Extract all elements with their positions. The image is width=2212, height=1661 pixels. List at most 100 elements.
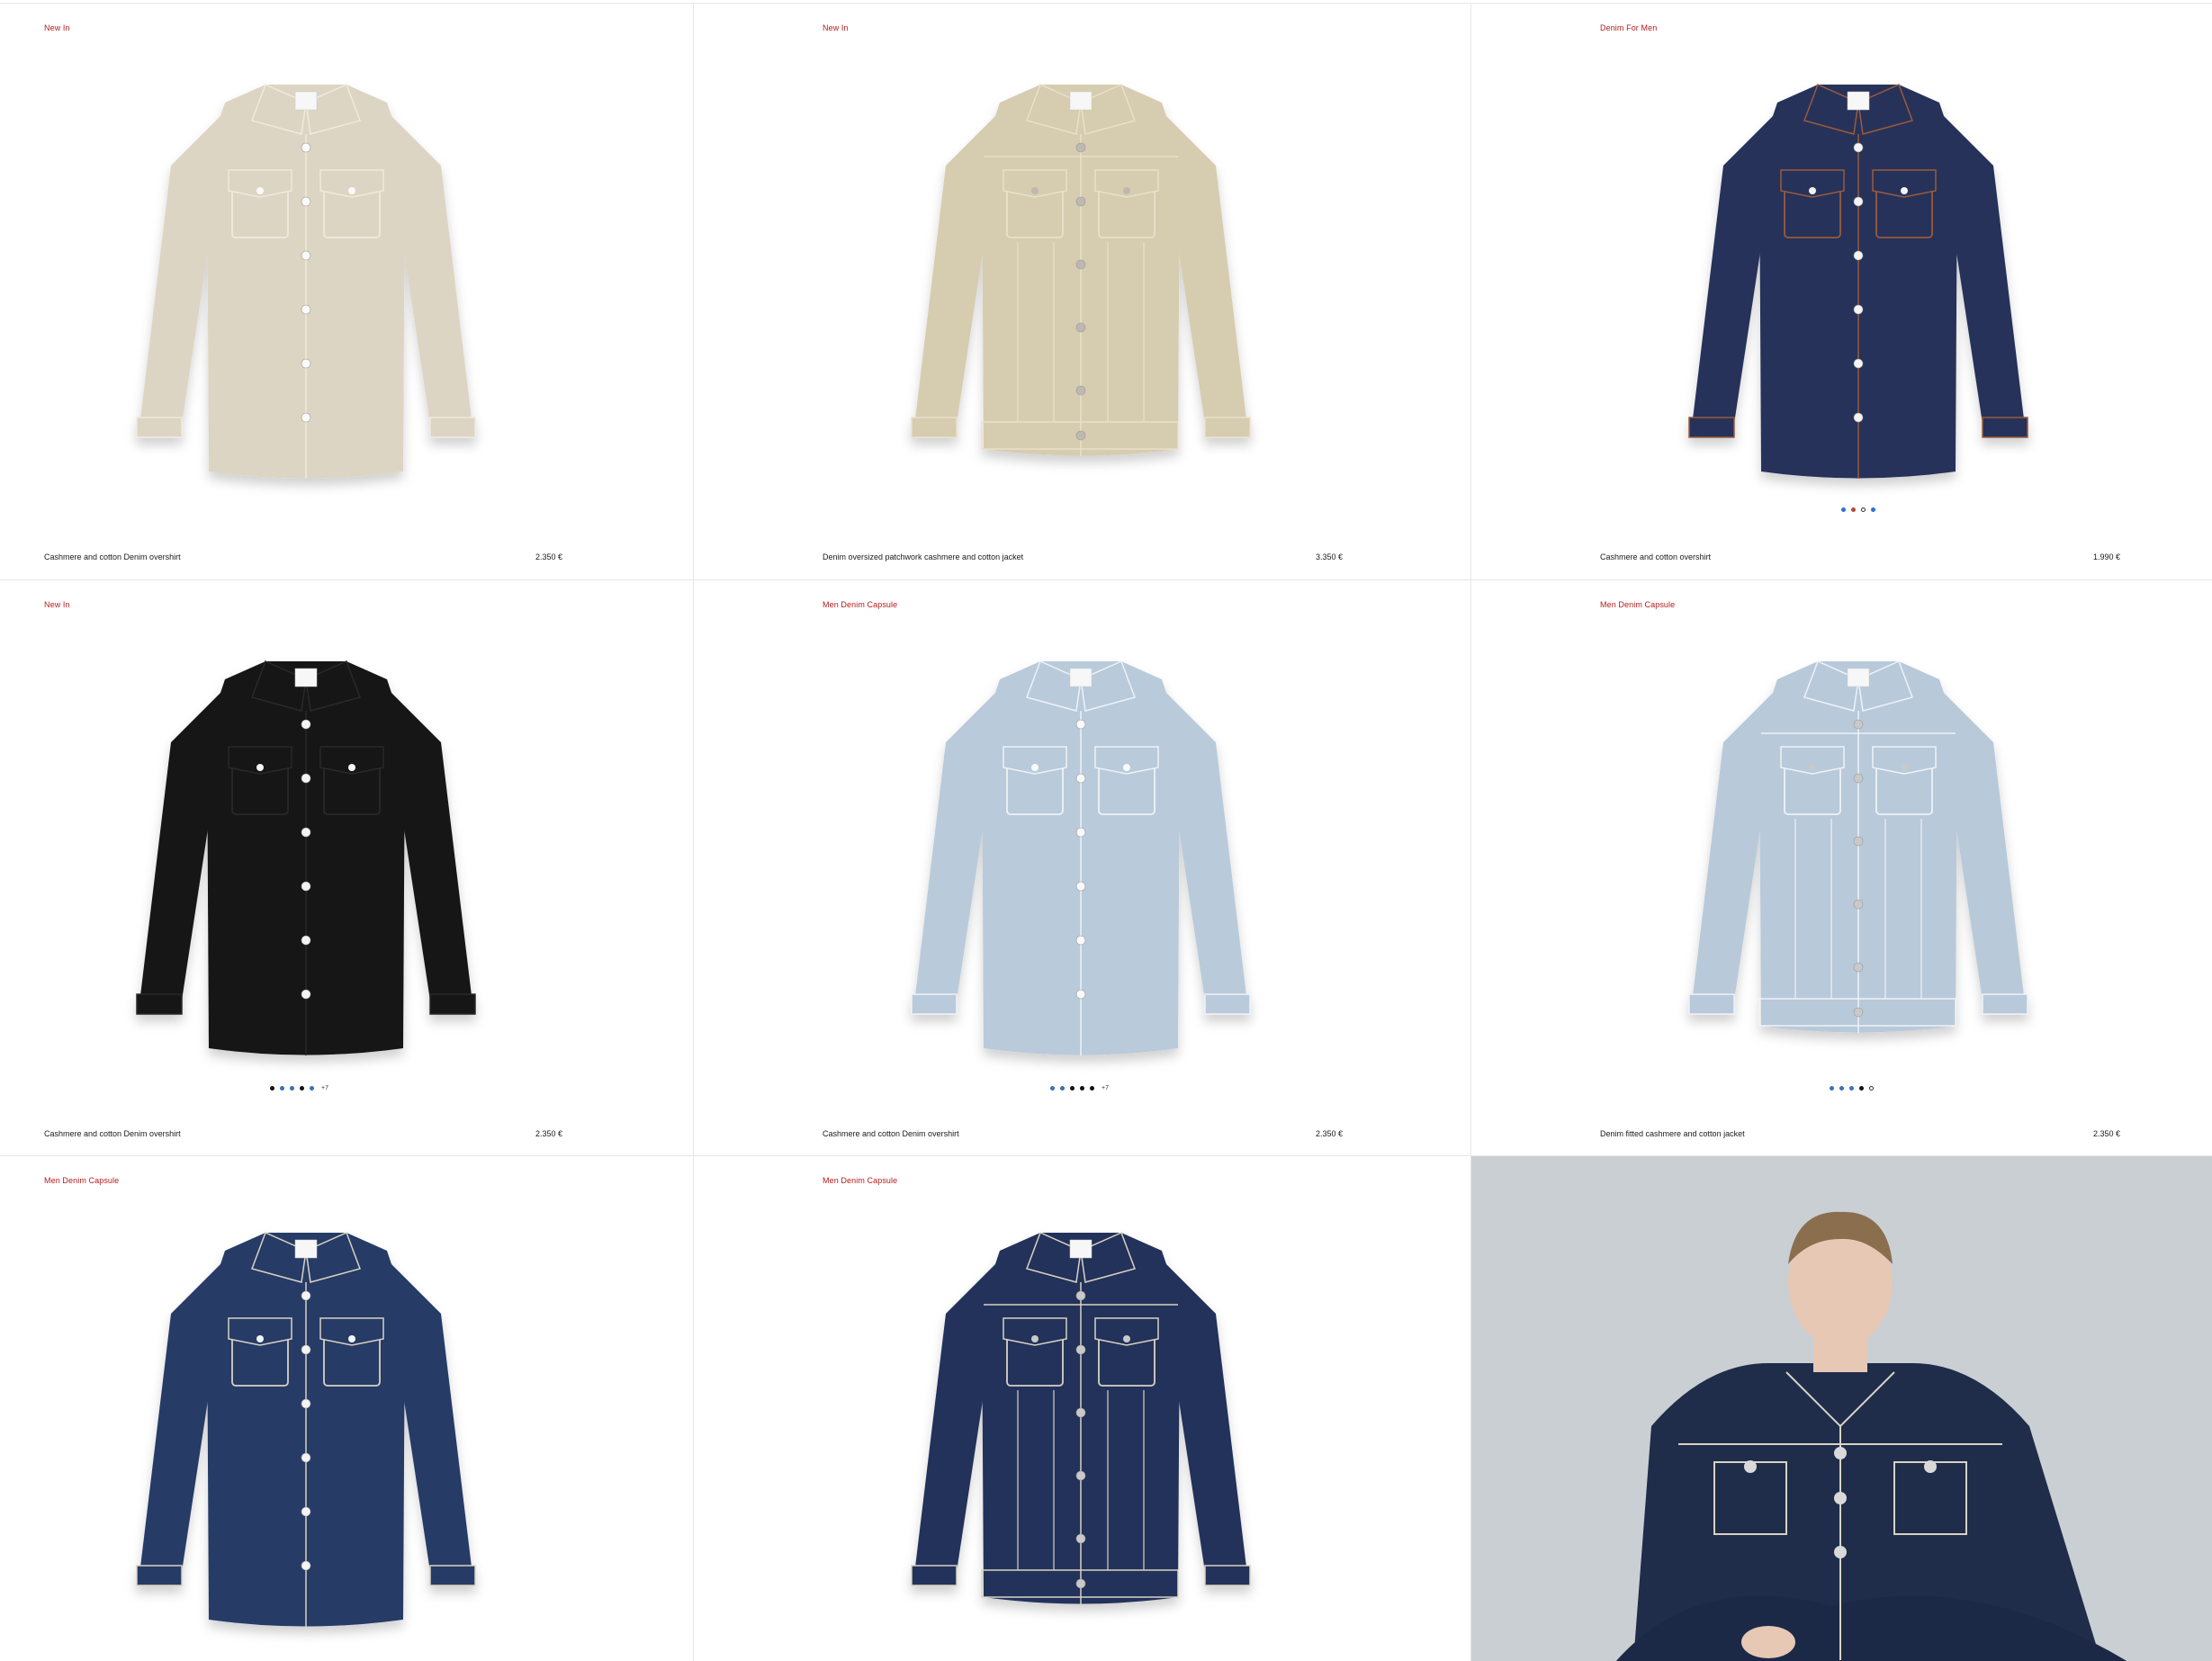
pocket-button bbox=[256, 764, 264, 771]
product-image[interactable] bbox=[1669, 625, 2047, 1075]
product-card[interactable]: Men Denim Capsule bbox=[693, 1155, 1470, 1661]
button bbox=[301, 1398, 311, 1409]
color-swatch[interactable] bbox=[270, 1086, 274, 1091]
product-image[interactable] bbox=[892, 1197, 1270, 1647]
product-name[interactable]: Denim fitted cashmere and cotton jacket bbox=[1600, 1129, 1745, 1138]
brand-label bbox=[294, 91, 318, 111]
product-price: 2.350 € bbox=[535, 1129, 562, 1138]
color-swatch[interactable] bbox=[1060, 1086, 1065, 1091]
color-swatch[interactable] bbox=[290, 1086, 294, 1091]
button bbox=[301, 1506, 311, 1517]
product-image[interactable] bbox=[117, 1197, 495, 1647]
product-name[interactable]: Cashmere and cotton Denim overshirt bbox=[823, 1129, 959, 1138]
left-cuff bbox=[136, 993, 183, 1015]
product-image[interactable] bbox=[117, 49, 495, 498]
button bbox=[1075, 1470, 1086, 1481]
more-colors[interactable]: +7 bbox=[321, 1085, 328, 1091]
more-colors[interactable]: +7 bbox=[1102, 1085, 1109, 1091]
button bbox=[301, 773, 311, 784]
product-name[interactable]: Cashmere and cotton overshirt bbox=[1600, 552, 1711, 561]
color-swatch[interactable] bbox=[1859, 1086, 1864, 1091]
button bbox=[301, 142, 311, 153]
brand-label bbox=[1847, 91, 1870, 111]
left-cuff bbox=[1688, 993, 1735, 1015]
pocket-button bbox=[1809, 764, 1816, 771]
color-swatch[interactable] bbox=[1830, 1086, 1834, 1091]
color-swatch[interactable] bbox=[1861, 507, 1866, 512]
product-card[interactable]: Men Denim Capsule +7 Cashmere and cotton… bbox=[693, 579, 1470, 1155]
button bbox=[301, 412, 311, 423]
product-image[interactable] bbox=[892, 625, 1270, 1075]
button bbox=[1075, 935, 1086, 946]
color-swatch[interactable] bbox=[1080, 1086, 1084, 1091]
button bbox=[1853, 773, 1864, 784]
pocket-button bbox=[1031, 187, 1039, 194]
color-swatch[interactable] bbox=[1841, 507, 1846, 512]
product-card[interactable]: Men Denim Capsule bbox=[0, 1155, 693, 1661]
button bbox=[1853, 304, 1864, 315]
garment-shape bbox=[1688, 83, 2028, 479]
garment-shape bbox=[911, 660, 1251, 1055]
product-card[interactable]: Men Denim Capsule Denim fitted cashmere … bbox=[1470, 579, 2212, 1155]
button bbox=[1075, 719, 1086, 730]
product-tag: Denim For Men bbox=[1600, 23, 1658, 32]
button bbox=[1853, 719, 1864, 730]
left-cuff bbox=[136, 417, 183, 438]
right-cuff bbox=[1204, 993, 1251, 1015]
left-cuff bbox=[911, 993, 958, 1015]
color-swatch[interactable] bbox=[1849, 1086, 1854, 1091]
brand-label bbox=[294, 1239, 318, 1259]
product-card[interactable]: Denim For Men Cashmere and cotton oversh… bbox=[1470, 4, 2212, 579]
color-swatch[interactable] bbox=[280, 1086, 284, 1091]
color-swatch[interactable] bbox=[1839, 1086, 1844, 1091]
garment-shape bbox=[136, 83, 476, 479]
pocket-button bbox=[1901, 187, 1908, 194]
color-swatches bbox=[1830, 1086, 1874, 1091]
product-tag: New In bbox=[44, 23, 70, 32]
color-swatch[interactable] bbox=[1090, 1086, 1094, 1091]
button bbox=[301, 1290, 311, 1301]
product-card[interactable]: New In Denim oversized patchwork cashmer… bbox=[693, 4, 1470, 579]
product-name[interactable]: Denim oversized patchwork cashmere and c… bbox=[823, 552, 1023, 561]
product-name[interactable]: Cashmere and cotton Denim overshirt bbox=[44, 1129, 181, 1138]
product-price: 1.990 € bbox=[2092, 552, 2120, 561]
button bbox=[1075, 196, 1086, 207]
editorial-image[interactable] bbox=[1470, 1155, 2212, 1661]
color-swatch[interactable] bbox=[1869, 1086, 1874, 1091]
button bbox=[1075, 1344, 1086, 1355]
product-image[interactable] bbox=[892, 49, 1270, 498]
color-swatch[interactable] bbox=[1070, 1086, 1075, 1091]
product-tag: Men Denim Capsule bbox=[823, 1176, 898, 1185]
button bbox=[301, 1452, 311, 1463]
button bbox=[1853, 196, 1864, 207]
button bbox=[1075, 322, 1086, 333]
button bbox=[1853, 899, 1864, 910]
button bbox=[1075, 827, 1086, 838]
right-cuff bbox=[1982, 993, 2028, 1015]
pocket-button bbox=[1924, 1460, 1937, 1473]
product-card[interactable]: New In Cashmere and cotton Denim overshi… bbox=[0, 4, 693, 579]
button bbox=[1075, 1290, 1086, 1301]
right-cuff bbox=[1204, 417, 1251, 438]
left-cuff bbox=[911, 1565, 958, 1586]
product-image[interactable] bbox=[117, 625, 495, 1075]
color-swatch[interactable] bbox=[300, 1086, 304, 1091]
button bbox=[301, 196, 311, 207]
right-cuff bbox=[429, 1565, 476, 1586]
color-swatch[interactable] bbox=[1871, 507, 1875, 512]
model-hand bbox=[1741, 1626, 1795, 1658]
button bbox=[1075, 259, 1086, 270]
color-swatch[interactable] bbox=[1050, 1086, 1055, 1091]
product-tag: New In bbox=[823, 23, 849, 32]
color-swatch[interactable] bbox=[310, 1086, 314, 1091]
product-image[interactable] bbox=[1669, 49, 2047, 498]
left-cuff bbox=[911, 417, 958, 438]
button bbox=[301, 358, 311, 369]
color-swatch[interactable] bbox=[1851, 507, 1856, 512]
product-price: 2.350 € bbox=[535, 552, 562, 561]
product-name[interactable]: Cashmere and cotton Denim overshirt bbox=[44, 552, 181, 561]
button bbox=[1853, 250, 1864, 261]
button bbox=[1075, 1407, 1086, 1418]
product-card[interactable]: New In +7 Cashmere and cotton Denim over… bbox=[0, 579, 693, 1155]
brand-label bbox=[1847, 668, 1870, 687]
